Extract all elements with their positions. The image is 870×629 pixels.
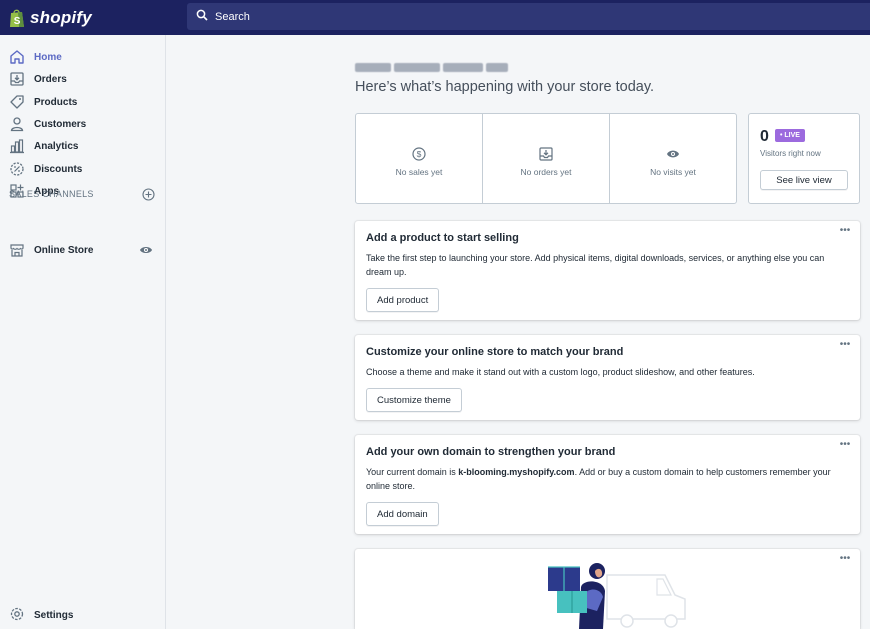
ellipsis-icon[interactable]: •••: [837, 226, 853, 237]
tag-icon: [9, 94, 25, 110]
greeting-redacted: [355, 61, 508, 74]
customize-theme-button[interactable]: Customize theme: [366, 388, 462, 412]
stat-label: No orders yet: [520, 166, 572, 177]
sidebar-item-home[interactable]: Home: [0, 46, 166, 68]
ellipsis-icon[interactable]: •••: [837, 340, 853, 351]
eye-icon: [140, 247, 152, 253]
live-visitors-card: 0 • LIVE Visitors right now See live vie…: [748, 113, 860, 204]
sidebar-item-discounts[interactable]: Discounts: [0, 158, 166, 180]
page-subtitle: Here’s what’s happening with your store …: [355, 79, 655, 95]
live-visitors-label: Visitors right now: [760, 149, 821, 158]
sidebar-item-label: Discounts: [34, 163, 83, 175]
sidebar-item-label: Products: [34, 96, 78, 108]
card-title: Add a product to start selling: [366, 232, 519, 244]
add-product-button[interactable]: Add product: [366, 288, 440, 312]
sidebar-item-label: Orders: [34, 73, 67, 85]
card-body: Choose a theme and make it stand out wit…: [366, 367, 755, 377]
sidebar-item-products[interactable]: Products: [0, 91, 166, 113]
search-placeholder: Search: [215, 10, 250, 23]
discount-icon: [9, 161, 25, 177]
add-channel-button[interactable]: [142, 187, 155, 201]
stats-summary: $ No sales yet No orders yet No visits y…: [355, 113, 737, 204]
stat-orders[interactable]: No orders yet: [483, 114, 610, 203]
domain-text-prefix: Your current domain is: [366, 467, 459, 477]
plus-circle-icon: [142, 187, 155, 201]
stat-sales[interactable]: $ No sales yet: [356, 114, 483, 203]
brand-name: shopify: [30, 7, 92, 27]
sidebar-item-label: Customers: [34, 118, 87, 130]
ellipsis-icon[interactable]: •••: [837, 440, 853, 451]
sidebar-item-label: Online Store: [34, 244, 94, 256]
live-badge: • LIVE: [775, 129, 805, 142]
sales-channels-label: SALES CHANNELS: [9, 189, 94, 199]
ellipsis-icon[interactable]: •••: [837, 554, 853, 565]
shopify-bag-icon: S: [9, 8, 25, 28]
stat-visits[interactable]: No visits yet: [610, 114, 736, 203]
card-illustration: •••: [355, 549, 860, 629]
sidebar-item-customers[interactable]: Customers: [0, 113, 166, 135]
gear-icon: [9, 606, 25, 625]
see-live-view-button[interactable]: See live view: [760, 170, 848, 190]
delivery-illustration: [548, 563, 686, 629]
search-input[interactable]: Search: [187, 3, 870, 30]
home-icon: [9, 49, 25, 65]
live-visitor-count: 0: [760, 128, 769, 145]
dollar-icon: $: [412, 146, 426, 161]
sidebar-item-label: Home: [34, 51, 62, 63]
orders-icon: [9, 71, 25, 87]
card-body: Take the first step to launching your st…: [366, 253, 825, 277]
add-domain-button[interactable]: Add domain: [366, 502, 439, 526]
sales-channels-heading: SALES CHANNELS: [9, 187, 155, 201]
stat-label: No sales yet: [395, 166, 443, 177]
current-domain: k-blooming.myshopify.com: [458, 467, 575, 477]
sidebar-item-orders[interactable]: Orders: [0, 68, 166, 90]
person-icon: [9, 116, 25, 132]
svg-text:$: $: [417, 149, 422, 159]
sidebar-item-label: Analytics: [34, 140, 79, 152]
svg-text:S: S: [14, 16, 21, 27]
inbox-icon: [539, 146, 553, 161]
card-title: Add your own domain to strengthen your b…: [366, 446, 616, 458]
card-customize-theme: ••• Customize your online store to match…: [355, 335, 860, 420]
bar-chart-icon: [9, 138, 25, 154]
brand-logo[interactable]: S shopify: [0, 0, 166, 35]
stat-label: No visits yet: [650, 166, 696, 177]
card-body: Your current domain is k-blooming.myshop…: [366, 465, 850, 493]
eye-icon: [667, 150, 679, 157]
card-add-domain: ••• Add your own domain to strengthen yo…: [355, 435, 860, 534]
store-icon: [9, 242, 25, 258]
card-title: Customize your online store to match you…: [366, 346, 624, 358]
sidebar-item-label: Settings: [34, 609, 74, 621]
search-icon: [196, 9, 208, 24]
card-add-product: ••• Add a product to start selling Take …: [355, 221, 860, 320]
sidebar-item-settings[interactable]: Settings: [0, 604, 166, 626]
view-online-store-button[interactable]: [139, 243, 153, 257]
sidebar-item-analytics[interactable]: Analytics: [0, 135, 166, 157]
